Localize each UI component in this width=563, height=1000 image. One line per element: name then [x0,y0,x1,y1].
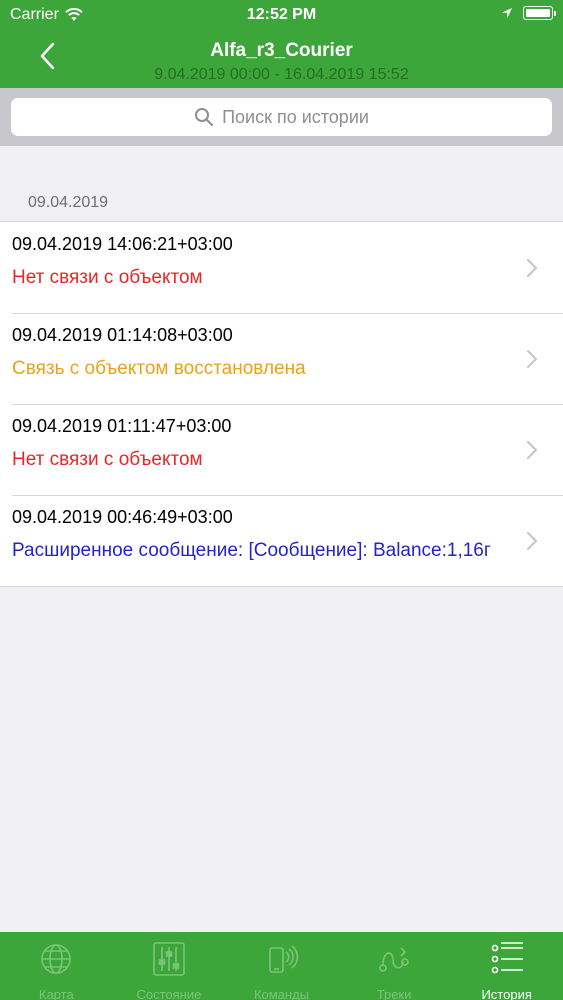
chevron-right-icon [526,258,538,277]
event-timestamp: 09.04.2019 01:14:08+03:00 [12,325,233,345]
tab-2[interactable]: Команды [225,932,338,1000]
tab-label: Состояние [136,987,202,1000]
event-message: Расширенное сообщение: [Сообщение]: Bala… [12,540,491,561]
history-list: 09.04.2019 14:06:21+03:00 Нет связи с объ… [0,221,563,587]
event-message: Нет связи с объектом [12,449,203,470]
status-right-indicators [501,6,556,20]
tab-label: История [481,987,532,1000]
sliders-icon [150,940,188,983]
event-message: Связь с объектом восстановлена [12,358,306,379]
search-input[interactable]: Поиск по истории [11,98,552,136]
date-range-subtitle: 9.04.2019 00:00 - 16.04.2019 15:52 [154,66,409,83]
status-bar: Carrier 12:52 PM [0,0,563,30]
status-time: 12:52 PM [246,6,317,23]
search-icon [195,108,214,126]
tab-bar: Карта Состояние Команды Треки История [0,932,563,1000]
location-arrow-icon [502,8,512,18]
event-timestamp: 09.04.2019 01:11:47+03:00 [12,416,232,436]
tab-1[interactable]: Состояние [113,932,226,1000]
tab-label: Карта [38,987,74,1000]
list-item[interactable]: 09.04.2019 14:06:21+03:00 Нет связи с объ… [0,222,563,313]
list-item[interactable]: 09.04.2019 00:46:49+03:00 Расширенное соо… [0,495,563,586]
search-placeholder: Поиск по истории [222,106,369,127]
section-header-date: 09.04.2019 [28,194,109,211]
globe-icon [37,940,75,983]
chevron-right-icon [526,349,538,368]
track-route-icon [375,940,413,983]
chevron-right-icon [526,531,538,550]
event-message: Нет связи с объектом [12,267,203,288]
tab-0[interactable]: Карта [0,932,113,1000]
phone-signal-icon [262,940,300,983]
chevron-right-icon [526,440,538,459]
navigation-bar: Carrier 12:52 PM Alfa_r3_Courier 9.04.20… [0,0,563,88]
list-icon [488,940,526,983]
tab-3[interactable]: Треки [338,932,451,1000]
page-title: Alfa_r3_Courier [210,40,353,61]
search-bar-container: Поиск по истории [0,88,563,146]
event-timestamp: 09.04.2019 14:06:21+03:00 [12,234,233,254]
tab-label: Треки [376,987,412,1000]
list-item[interactable]: 09.04.2019 01:14:08+03:00 Связь с объекто… [0,313,563,404]
tab-label: Команды [253,987,310,1000]
battery-icon [523,6,556,20]
list-item[interactable]: 09.04.2019 01:11:47+03:00 Нет связи с объ… [0,404,563,495]
event-timestamp: 09.04.2019 00:46:49+03:00 [12,507,233,527]
tab-4[interactable]: История [450,932,563,1000]
